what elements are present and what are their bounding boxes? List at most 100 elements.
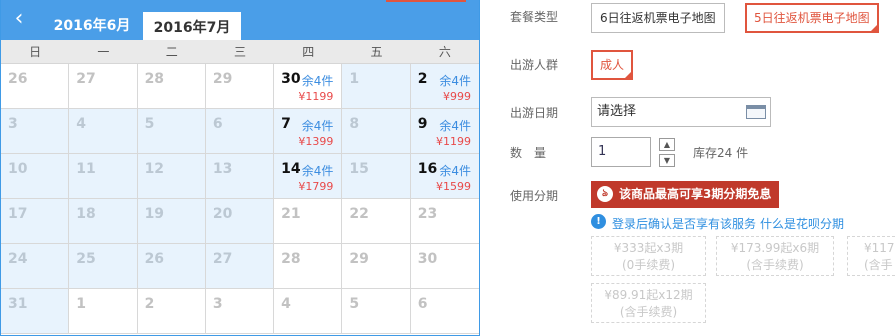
day-number: 31: [8, 296, 28, 312]
calendar-day: 20: [205, 199, 275, 244]
stock-text: 库存24 件: [693, 146, 749, 160]
day-number: 3: [212, 296, 223, 312]
tab-june[interactable]: 2016年6月: [43, 12, 141, 40]
calendar-day-available[interactable]: 7 余4件 ¥1399: [274, 109, 343, 154]
chevron-left-icon[interactable]: ‹: [9, 8, 29, 30]
day-number: 18: [76, 206, 96, 222]
day-number: 28: [144, 71, 165, 87]
day-number: 12: [144, 161, 165, 177]
traveler-label: 出游人群: [510, 58, 559, 72]
calendar-day: 27: [205, 244, 275, 289]
day-number: 2: [144, 296, 155, 312]
package-option-6day[interactable]: 6日往返机票电子地图: [591, 3, 725, 33]
day-number: 13: [212, 161, 233, 177]
calendar-day: 23: [410, 199, 479, 244]
promo-text: 该商品最高可享3期分期免息: [619, 187, 772, 201]
calendar-day: 6: [410, 289, 479, 334]
weekday-sat: 六: [438, 45, 451, 59]
booking-panel: 套餐类型 6日往返机票电子地图 5日往返机票电子地图 ✓ 出游人群 成人 ✓ 出游日…: [386, 0, 895, 336]
day-number: 1: [76, 296, 87, 312]
date-value: 请选择: [597, 104, 637, 119]
installment-plan-6[interactable]: ¥173.99起x6期 (含手续费): [716, 236, 834, 276]
calendar-day: 10: [1, 154, 70, 199]
day-price: ¥1799: [298, 180, 334, 193]
calendar-day: 3: [1, 109, 70, 154]
tab-july[interactable]: 2016年7月: [143, 12, 241, 40]
installment-promo-banner: ঌ 该商品最高可享3期分期免息: [591, 181, 780, 208]
day-number: 28: [281, 251, 301, 267]
installment-plan-9[interactable]: ¥117. (含手: [847, 236, 895, 276]
day-number: 15: [349, 161, 369, 177]
calendar-day: 4: [69, 109, 138, 154]
day-price: ¥999: [442, 90, 471, 103]
day-number: 27: [76, 71, 96, 87]
calendar-day-available[interactable]: 2 余4件 ¥999: [410, 64, 479, 109]
day-stock: 余4件: [301, 119, 334, 133]
plan-9-fee: (含手: [864, 258, 893, 272]
calendar-day: 8: [342, 109, 411, 154]
installment-plan-3[interactable]: ¥333起x3期 (0手续费): [591, 236, 706, 276]
calendar-day-available[interactable]: 16 余4件 ¥1599: [410, 154, 479, 199]
plan-3-fee: (0手续费): [622, 258, 675, 272]
plan-12-fee: (含手续费): [619, 305, 678, 319]
date-label: 出游日期: [510, 106, 559, 120]
day-stock: 余4件: [301, 74, 334, 88]
huabei-logo-icon: ঌ: [597, 186, 613, 202]
huabei-help-link[interactable]: 什么是花呗分期: [760, 217, 844, 231]
day-stock: 余4件: [439, 119, 471, 133]
calendar-day: 28: [137, 64, 206, 109]
calendar-day: 4: [274, 289, 343, 334]
quantity-input[interactable]: 1: [591, 137, 651, 167]
weekday-mon: 一: [97, 45, 110, 59]
calendar-day: 18: [69, 199, 138, 244]
weekday-tue: 二: [165, 45, 178, 59]
day-number: 11: [76, 161, 96, 177]
day-number: 14: [281, 161, 301, 177]
calendar-day-available[interactable]: 9 余4件 ¥1199: [410, 109, 479, 154]
day-price: ¥1399: [298, 135, 334, 148]
calendar-day: 12: [137, 154, 206, 199]
day-number: 9: [417, 116, 428, 132]
calendar-day: 11: [69, 154, 138, 199]
quantity-label: 数 量: [510, 146, 547, 160]
quantity-increase-button[interactable]: ▲: [659, 138, 675, 151]
day-stock: 余4件: [439, 74, 471, 88]
weekday-sun: 日: [29, 45, 42, 59]
date-picker-input[interactable]: 请选择: [591, 97, 771, 127]
info-icon: !: [591, 214, 606, 229]
installment-plan-12[interactable]: ¥89.91起x12期 (含手续费): [591, 283, 706, 323]
calendar-day: 29: [205, 64, 275, 109]
calendar-day: 13: [205, 154, 275, 199]
traveler-option-adult[interactable]: 成人 ✓: [591, 50, 634, 80]
quantity-decrease-button[interactable]: ▼: [659, 154, 675, 167]
plan-9-amount: ¥117.: [864, 241, 895, 255]
day-number: 2: [417, 71, 428, 87]
calendar-day-available[interactable]: 30 余4件 ¥1199: [274, 64, 343, 109]
weekday-wed: 三: [233, 45, 246, 59]
day-number: 19: [144, 206, 165, 222]
calendar-day: 22: [342, 199, 411, 244]
day-number: 5: [144, 116, 155, 132]
day-number: 23: [417, 206, 438, 222]
day-number: 5: [349, 296, 360, 312]
info-text: 登录后确认是否享有该服务: [612, 217, 757, 231]
calendar-header: ‹ 2016年6月 2016年7月: [1, 0, 479, 40]
day-number: 6: [417, 296, 428, 312]
installment-label: 使用分期: [510, 189, 559, 203]
calendar-day-available[interactable]: 14 余4件 ¥1799: [274, 154, 343, 199]
day-stock: 余4件: [439, 164, 471, 178]
day-number: 30: [417, 251, 438, 267]
day-number: 1: [349, 71, 360, 87]
calendar-day: 17: [1, 199, 70, 244]
day-number: 10: [8, 161, 28, 177]
day-number: 8: [349, 116, 360, 132]
package-option-5day[interactable]: 5日往返机票电子地图 ✓: [745, 3, 879, 33]
day-number: 6: [212, 116, 223, 132]
plan-6-fee: (含手续费): [746, 258, 804, 272]
day-number: 22: [349, 206, 369, 222]
calendar-day: 1: [69, 289, 138, 334]
calendar-icon[interactable]: [746, 105, 766, 119]
plan-12-amount: ¥89.91起x12期: [604, 288, 693, 302]
calendar-day: 2: [137, 289, 206, 334]
day-number: 26: [144, 251, 165, 267]
